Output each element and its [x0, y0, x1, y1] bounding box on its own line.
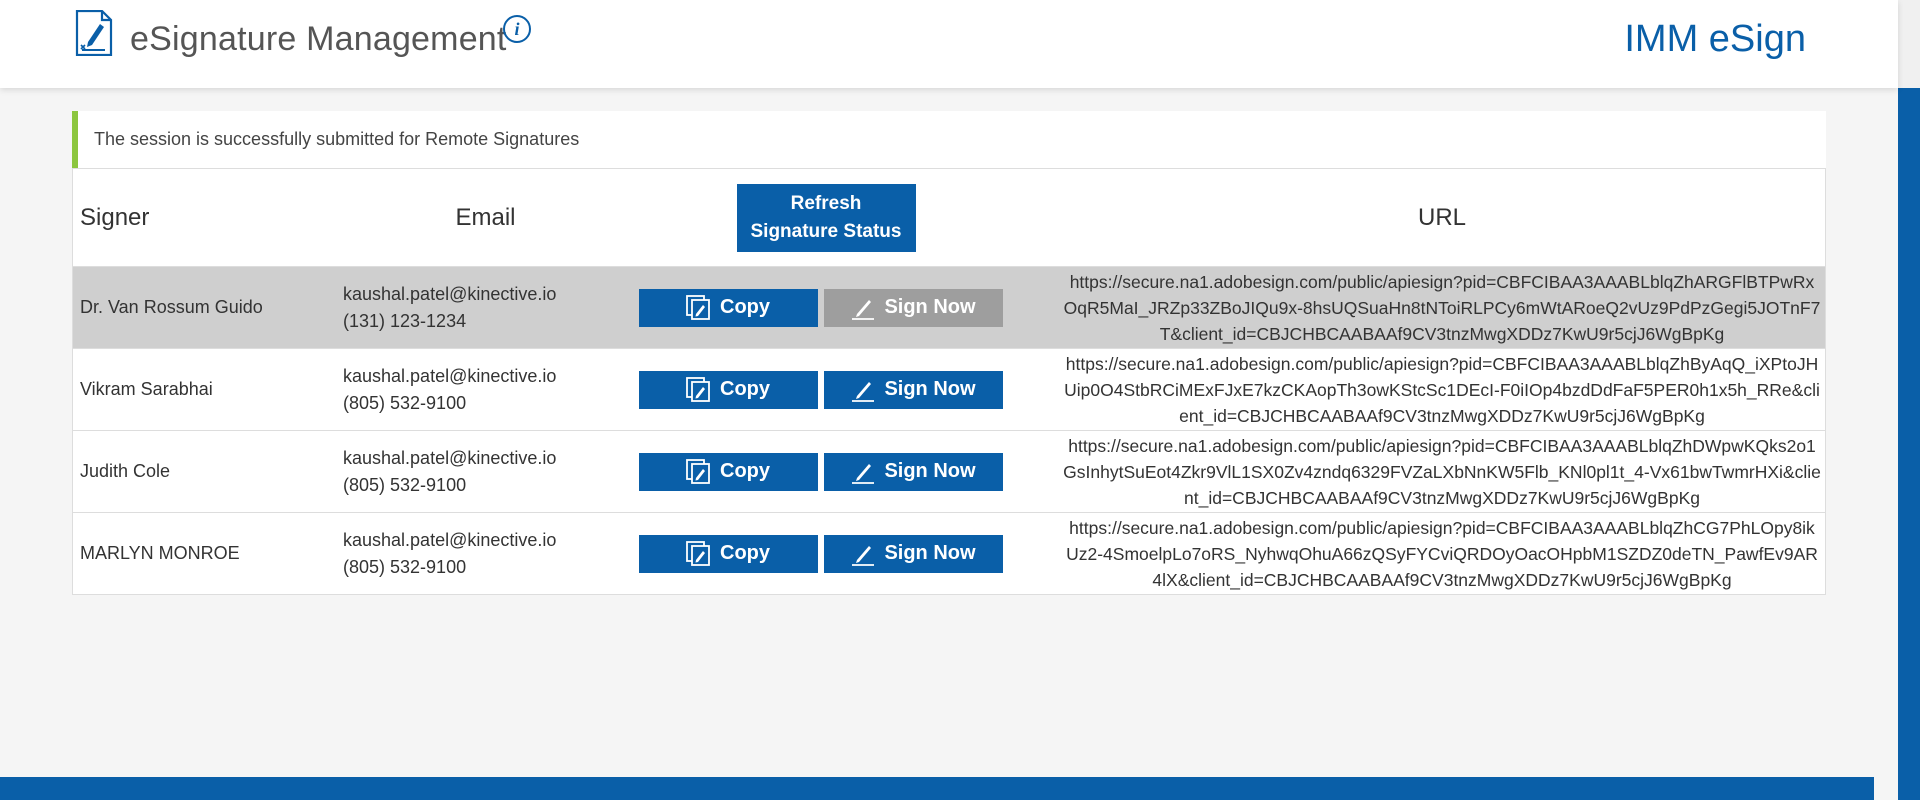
copy-label: Copy — [720, 296, 770, 318]
signing-url[interactable]: https://secure.na1.adobesign.com/public/… — [1063, 431, 1821, 512]
signing-url[interactable]: https://secure.na1.adobesign.com/public/… — [1063, 349, 1821, 430]
copy-cell: Copy — [628, 267, 828, 348]
sign-now-button[interactable]: Sign Now — [823, 452, 1003, 491]
copy-button[interactable]: Copy — [638, 288, 818, 327]
sign-now-label: Sign Now — [884, 542, 976, 564]
pen-icon — [852, 463, 875, 484]
signer-email: kaushal.patel@kinective.io — [343, 283, 557, 304]
signer-phone: (805) 532-9100 — [343, 392, 467, 413]
signature-document-icon — [74, 9, 114, 61]
sign-cell: Sign Now — [813, 513, 1013, 594]
pen-icon — [852, 299, 875, 320]
signers-table: Signer Email Refresh Signature Status UR… — [72, 168, 1826, 595]
signer-contact: kaushal.patel@kinective.io (805) 532-910… — [343, 513, 628, 594]
signer-phone: (131) 123-1234 — [343, 310, 467, 331]
copy-cell: Copy — [628, 431, 828, 512]
table-row: Vikram Sarabhai kaushal.patel@kinective.… — [73, 348, 1825, 430]
sign-cell: Sign Now — [813, 349, 1013, 430]
sign-now-label: Sign Now — [884, 296, 976, 318]
scrollbar-track-top — [1898, 0, 1920, 88]
copy-icon — [686, 376, 710, 402]
pen-icon — [852, 381, 875, 402]
table-header-row: Signer Email Refresh Signature Status UR… — [73, 169, 1825, 266]
signer-email: kaushal.patel@kinective.io — [343, 529, 557, 550]
column-header-url: URL — [1417, 203, 1466, 231]
signer-phone: (805) 532-9100 — [343, 474, 467, 495]
signer-email: kaushal.patel@kinective.io — [343, 365, 557, 386]
sign-cell: Sign Now — [813, 267, 1013, 348]
pen-icon — [852, 545, 875, 566]
sign-now-label: Sign Now — [884, 378, 976, 400]
copy-icon — [686, 540, 710, 566]
sign-now-button[interactable]: Sign Now — [823, 534, 1003, 573]
copy-button[interactable]: Copy — [638, 534, 818, 573]
copy-icon — [686, 458, 710, 484]
sign-now-button[interactable]: Sign Now — [823, 370, 1003, 409]
sign-cell: Sign Now — [813, 431, 1013, 512]
sign-now-button[interactable]: Sign Now — [823, 288, 1003, 327]
signer-contact: kaushal.patel@kinective.io (805) 532-910… — [343, 431, 628, 512]
signer-name: MARLYN MONROE — [80, 543, 240, 563]
signer-email: kaushal.patel@kinective.io — [343, 447, 557, 468]
copy-button[interactable]: Copy — [638, 370, 818, 409]
signer-name: Judith Cole — [80, 461, 171, 481]
refresh-label-line-1: Refresh — [790, 192, 862, 214]
signing-url[interactable]: https://secure.na1.adobesign.com/public/… — [1063, 267, 1821, 348]
info-icon[interactable]: i — [503, 15, 531, 43]
page-title: eSignature Management — [130, 20, 507, 58]
app-header: eSignature Management i IMM eSign — [0, 0, 1898, 88]
copy-label: Copy — [720, 460, 770, 482]
signer-contact: kaushal.patel@kinective.io (131) 123-123… — [343, 267, 628, 348]
signer-name: Dr. Van Rossum Guido — [80, 297, 263, 317]
copy-icon — [686, 294, 710, 320]
refresh-label-line-2: Signature Status — [750, 220, 902, 242]
success-alert: The session is successfully submitted fo… — [72, 111, 1826, 168]
table-row: MARLYN MONROE kaushal.patel@kinective.io… — [73, 512, 1825, 594]
scrollbar[interactable] — [1898, 88, 1920, 800]
signer-contact: kaushal.patel@kinective.io (805) 532-910… — [343, 349, 628, 430]
column-header-signer: Signer — [80, 203, 150, 231]
copy-cell: Copy — [628, 513, 828, 594]
refresh-signature-status-button[interactable]: Refresh Signature Status — [736, 183, 916, 252]
column-header-email: Email — [455, 204, 516, 231]
copy-cell: Copy — [628, 349, 828, 430]
table-row: Dr. Van Rossum Guido kaushal.patel@kinec… — [73, 266, 1825, 348]
copy-label: Copy — [720, 378, 770, 400]
signing-url[interactable]: https://secure.na1.adobesign.com/public/… — [1063, 513, 1821, 594]
refresh-cell: Refresh Signature Status — [736, 169, 916, 266]
signer-name: Vikram Sarabhai — [80, 379, 213, 399]
footer-bar — [0, 777, 1874, 800]
copy-button[interactable]: Copy — [638, 452, 818, 491]
copy-label: Copy — [720, 542, 770, 564]
signer-phone: (805) 532-9100 — [343, 556, 467, 577]
table-row: Judith Cole kaushal.patel@kinective.io (… — [73, 430, 1825, 512]
brand-logo: IMM eSign — [1624, 18, 1806, 60]
sign-now-label: Sign Now — [884, 460, 976, 482]
